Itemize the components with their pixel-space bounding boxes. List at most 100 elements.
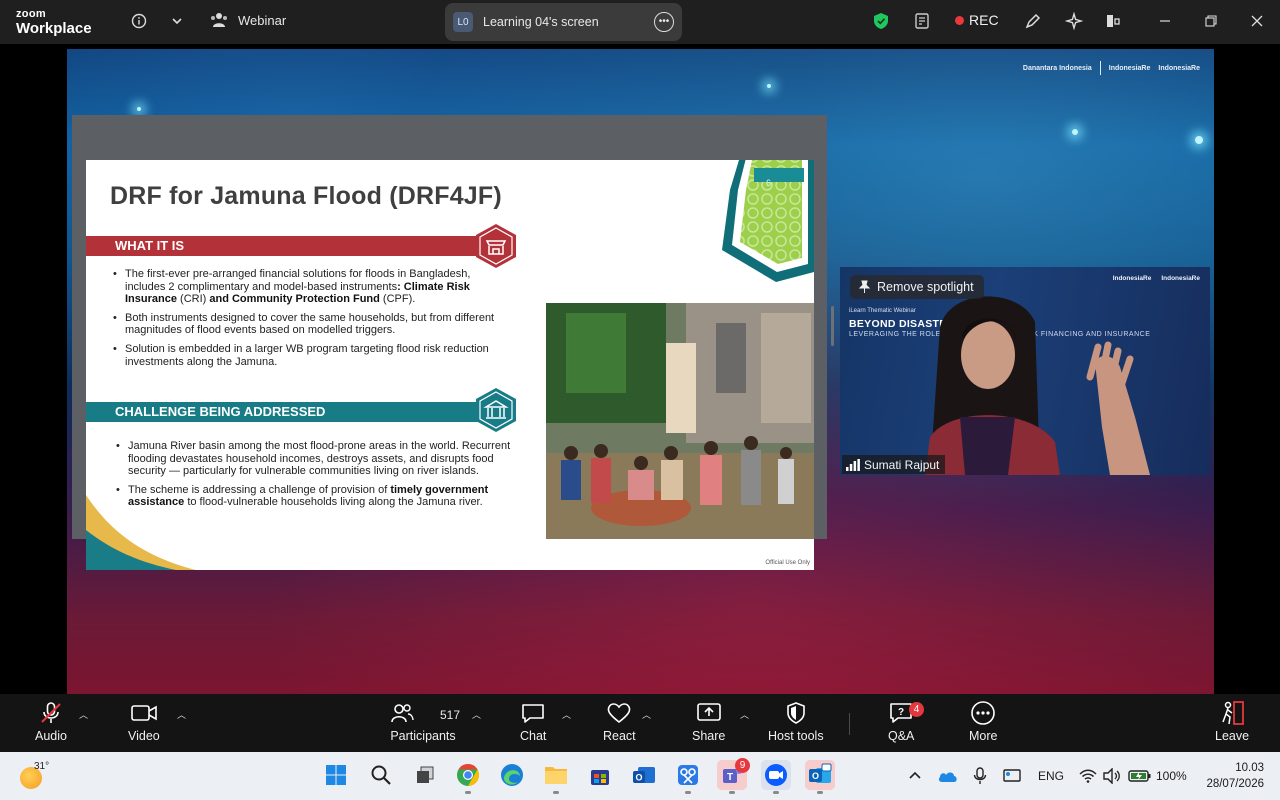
snip-icon (678, 765, 698, 785)
edge-app[interactable] (497, 760, 527, 790)
view-layout-icon[interactable] (1102, 10, 1124, 32)
speaker-name-tag: Sumati Rajput (842, 455, 946, 474)
ai-companion-icon[interactable] (1063, 10, 1085, 32)
cloud-icon (938, 772, 957, 782)
muted-microphone-icon (41, 702, 61, 723)
store-bag-icon (591, 770, 609, 785)
snipping-tool-app[interactable] (673, 760, 703, 794)
display-share-icon (1003, 769, 1021, 782)
svg-text:O: O (635, 773, 642, 783)
store-app[interactable] (585, 760, 615, 790)
react-options-caret-icon[interactable]: ︿ (642, 708, 651, 721)
chrome-app[interactable] (453, 760, 483, 794)
temperature: 31° (34, 761, 50, 772)
section1-bullets: The first-ever pre-arranged financial so… (111, 268, 496, 374)
slide-title: DRF for Jamuna Flood (DRF4JF) (110, 182, 502, 210)
list-item: The first-ever pre-arranged financial so… (111, 268, 496, 306)
zoom-app[interactable] (761, 760, 791, 794)
windows-taskbar: 31° O T 9 O ENG 100% 10.03 28/07/2026 (0, 752, 1280, 800)
file-explorer-app[interactable] (541, 760, 571, 794)
close-icon[interactable] (1246, 10, 1268, 32)
outlook-mail-icon: O (633, 767, 655, 783)
annotate-icon[interactable] (1022, 10, 1044, 32)
microphone-tray[interactable] (973, 752, 987, 800)
participants-icon (391, 704, 414, 723)
chevron-down-icon[interactable] (166, 10, 188, 32)
outlook-new-app[interactable]: O (629, 760, 659, 790)
shared-screen-pill[interactable]: L0 Learning 04's screen ••• (445, 3, 682, 41)
qa-notification-badge: 4 (909, 702, 924, 717)
official-use-label: Official Use Only (765, 560, 810, 566)
webinar-people-icon (211, 13, 227, 27)
volume-tray[interactable] (1103, 752, 1121, 800)
battery-percent: 100% (1156, 769, 1187, 783)
share-options-icon[interactable]: ••• (654, 12, 674, 32)
audio-options-caret-icon[interactable]: ︿ (79, 708, 88, 721)
chat-options-caret-icon[interactable]: ︿ (562, 708, 571, 721)
video-button[interactable]: Video (128, 700, 160, 743)
svg-text:O: O (812, 771, 819, 781)
remove-spotlight-label: Remove spotlight (877, 280, 974, 294)
info-icon[interactable] (128, 10, 150, 32)
share-button[interactable]: Share (692, 700, 725, 743)
teams-notification-badge: 9 (735, 758, 750, 773)
battery-tray[interactable]: 100% (1128, 752, 1187, 800)
minimize-icon[interactable] (1154, 10, 1176, 32)
zoom-workplace-logo: zoom Workplace (16, 8, 92, 37)
host-tools-button[interactable]: Host tools (768, 700, 824, 743)
chat-bubble-icon (522, 704, 545, 723)
language-indicator[interactable]: ENG (1038, 752, 1064, 800)
system-clock[interactable]: 10.03 28/07/2026 (1206, 760, 1264, 792)
section-heading-challenge: CHALLENGE BEING ADDRESSED (86, 402, 486, 422)
logo-brand-top: zoom (16, 8, 46, 20)
sponsor-logo-3: IndonesiaRe (1158, 64, 1200, 72)
wifi-tray[interactable] (1079, 752, 1097, 800)
search-icon (371, 765, 391, 785)
encryption-shield-icon[interactable] (870, 10, 892, 32)
notes-icon[interactable] (911, 10, 933, 32)
store-icon (476, 224, 516, 268)
restore-icon[interactable] (1200, 10, 1222, 32)
chat-button[interactable]: Chat (520, 700, 546, 743)
start-button[interactable] (321, 760, 351, 790)
outlook-app[interactable]: O (805, 760, 835, 794)
video-camera-icon (131, 705, 157, 721)
more-icon (971, 701, 996, 725)
remove-spotlight-button[interactable]: Remove spotlight (850, 275, 984, 299)
rec-label: REC (969, 12, 999, 28)
shield-icon (786, 702, 805, 724)
section-heading-what-it-is: WHAT IT IS (86, 236, 486, 256)
onedrive-tray[interactable] (938, 752, 958, 800)
recording-indicator[interactable]: REC (955, 12, 999, 28)
battery-charging-icon (1128, 770, 1151, 782)
participants-count: 517 (440, 708, 461, 722)
share-screen-icon (696, 703, 721, 721)
task-view-icon (417, 766, 434, 783)
task-view-button[interactable] (410, 760, 440, 790)
sponsor-logo-2: IndonesiaRe (1108, 64, 1151, 72)
wifi-icon (1079, 769, 1097, 783)
video-options-caret-icon[interactable]: ︿ (177, 708, 186, 721)
page-number: 6 (766, 178, 772, 188)
speaker-name: Sumati Rajput (864, 457, 940, 472)
split-view-handle[interactable] (831, 306, 834, 346)
show-hidden-icons[interactable] (908, 752, 922, 800)
participants-options-caret-icon[interactable]: ︿ (472, 708, 481, 721)
toolbar-divider (849, 713, 850, 735)
edge-icon (501, 764, 523, 786)
bank-icon (476, 388, 516, 432)
share-options-caret-icon[interactable]: ︿ (740, 708, 749, 721)
meeting-toolbar: Audio ︿ Video ︿ Participants 517 ︿ Chat … (0, 694, 1280, 752)
more-button[interactable]: More (969, 700, 997, 743)
display-tray[interactable] (1003, 752, 1021, 800)
audio-button[interactable]: Audio (35, 700, 67, 743)
chrome-icon (457, 764, 479, 786)
leave-button[interactable]: Leave (1215, 700, 1249, 743)
logo-brand-bottom: Workplace (16, 20, 92, 37)
search-button[interactable] (366, 760, 396, 790)
chevron-up-icon (909, 771, 921, 779)
shared-screen-label: Learning 04's screen (483, 15, 599, 29)
recording-dot-icon (955, 15, 964, 25)
sharer-badge: L0 (453, 12, 473, 32)
react-button[interactable]: React (603, 700, 636, 743)
